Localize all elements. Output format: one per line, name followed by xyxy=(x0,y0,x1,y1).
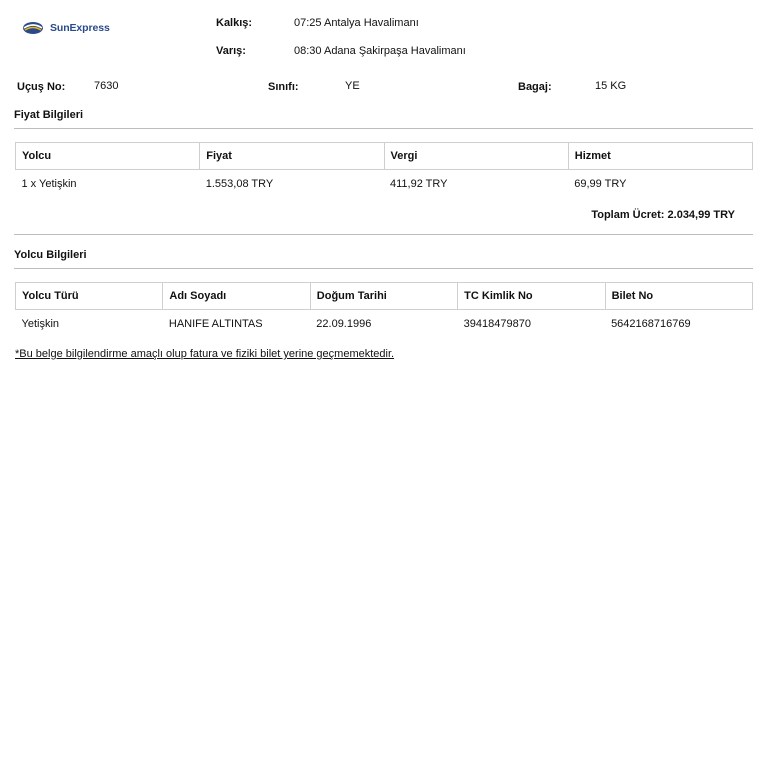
table-row: 1 x Yetişkin 1.553,08 TRY 411,92 TRY 69,… xyxy=(16,170,753,198)
passenger-cell-birthdate: 22.09.1996 xyxy=(316,317,372,330)
total-divider xyxy=(14,234,753,235)
brand-logo: SunExpress xyxy=(22,20,110,36)
passenger-header-ticket: Bilet No xyxy=(604,282,754,310)
passenger-header-name: Adı Soyadı xyxy=(162,282,311,310)
price-table: Yolcu Fiyat Vergi Hizmet 1 x Yetişkin 1.… xyxy=(14,142,754,198)
price-header-passenger: Yolcu xyxy=(14,142,201,170)
passenger-header-type: Yolcu Türü xyxy=(14,282,164,310)
price-divider xyxy=(14,128,753,129)
price-section-title: Fiyat Bilgileri xyxy=(14,109,84,121)
price-cell-service: 69,99 TRY xyxy=(574,177,627,190)
passenger-header-birthdate: Doğum Tarihi xyxy=(309,282,459,310)
passenger-cell-type: Yetişkin xyxy=(21,317,60,330)
departure-value: 07:25 Antalya Havalimanı xyxy=(294,17,419,29)
price-cell-tax: 411,92 TRY xyxy=(390,177,448,190)
passenger-header-row: Yolcu Türü Adı Soyadı Doğum Tarihi TC Ki… xyxy=(14,282,754,310)
passenger-cell-ticket: 5642168716769 xyxy=(611,317,691,330)
passenger-table: Yolcu Türü Adı Soyadı Doğum Tarihi TC Ki… xyxy=(14,282,754,338)
passenger-divider xyxy=(14,268,753,269)
price-cell-fare: 1.553,08 TRY xyxy=(205,177,274,190)
passenger-section-title: Yolcu Bilgileri xyxy=(14,249,87,261)
price-header-tax: Vergi xyxy=(383,142,569,170)
total-price: Toplam Ücret: 2.034,99 TRY xyxy=(591,209,735,221)
passenger-header-id: TC Kimlik No xyxy=(457,282,606,310)
passenger-cell-name: HANIFE ALTINTAS xyxy=(168,317,263,330)
disclaimer-note: *Bu belge bilgilendirme amaçlı olup fatu… xyxy=(15,348,395,360)
baggage-value: 15 KG xyxy=(595,80,627,92)
price-header-fare: Fiyat xyxy=(199,142,385,170)
price-header-service: Hizmet xyxy=(567,142,754,170)
flight-no-label: Uçuş No: xyxy=(17,81,66,93)
class-label: Sınıfı: xyxy=(268,81,299,93)
brand-name: SunExpress xyxy=(50,22,110,34)
flight-no-value: 7630 xyxy=(94,80,119,92)
price-cell-passenger: 1 x Yetişkin xyxy=(21,177,77,190)
price-header-row: Yolcu Fiyat Vergi Hizmet xyxy=(14,142,754,170)
table-row: Yetişkin HANIFE ALTINTAS 22.09.1996 3941… xyxy=(16,310,753,338)
passenger-cell-id: 39418479870 xyxy=(463,317,531,330)
arrival-value: 08:30 Adana Şakirpaşa Havalimanı xyxy=(294,45,466,57)
departure-label: Kalkış: xyxy=(216,17,253,29)
baggage-label: Bagaj: xyxy=(518,81,552,93)
sunexpress-logo-icon xyxy=(23,22,43,34)
class-value: YE xyxy=(345,80,360,92)
arrival-label: Varış: xyxy=(216,45,246,57)
